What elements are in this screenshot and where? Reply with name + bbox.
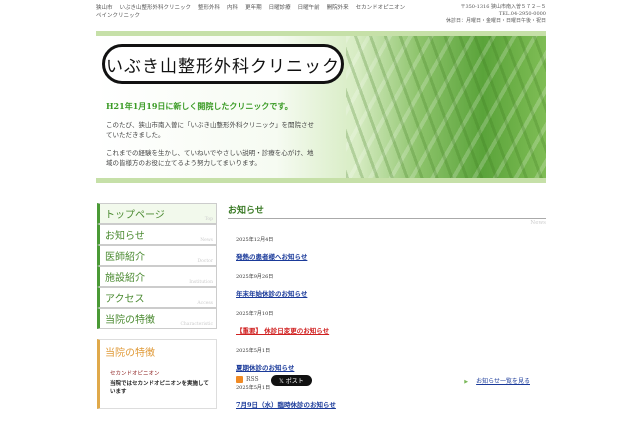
feature-subtitle[interactable]: セカンドオピニオン: [110, 369, 160, 377]
nav-label: 医師紹介: [105, 252, 145, 263]
hero-banner: いぶき山整形外科クリニック H21年1月19日に新しく開院したクリニックです。 …: [96, 36, 546, 178]
top-link[interactable]: 日曜午前: [298, 5, 320, 11]
top-link[interactable]: 狭山市: [96, 5, 113, 11]
news-link[interactable]: 夏期休診のお知らせ: [236, 364, 294, 372]
nav-sub: Top: [204, 217, 213, 222]
nav-label: トップページ: [105, 210, 165, 221]
news-footer: RSS 𝕏 ポスト お知らせ一覧を見る: [236, 375, 536, 387]
nav-sub: Access: [197, 301, 213, 306]
nav-top[interactable]: トップページ Top: [97, 203, 217, 224]
nav-sub: Characteristic: [180, 322, 213, 327]
top-link[interactable]: 整形外科: [198, 5, 220, 11]
intro-p2: これまでの経験を生かし、ていねいでやさしい説明・診療を心がけ、地域の皆様方のお役…: [106, 149, 314, 167]
top-link[interactable]: ペインクリニック: [96, 13, 140, 19]
news-date: 2025年12月4日: [236, 237, 274, 243]
news-date: 2025年5月1日: [236, 348, 271, 354]
forest-image: [346, 36, 546, 178]
rss-link[interactable]: RSS: [236, 376, 259, 383]
top-link[interactable]: 開院外来: [327, 5, 349, 11]
top-link[interactable]: いぶき山整形外科クリニック: [120, 5, 192, 11]
sidebar: トップページ Top お知らせ News 医師紹介 Doctor 施設紹介 Instit…: [97, 203, 217, 409]
top-link[interactable]: 更年期: [245, 5, 262, 11]
list-item: 2025年9月26日年末年始休診のお知らせ: [236, 274, 546, 300]
nav-label: 施設紹介: [105, 273, 145, 284]
address-block: 〒350-1316 狭山市南入曽５７２－５ TEL.04-2950-0000 休…: [446, 4, 546, 25]
nav-label: お知らせ: [105, 231, 145, 242]
news-link[interactable]: 発熱の患者様へお知らせ: [236, 253, 307, 261]
nav-label: 当院の特徴: [105, 315, 155, 326]
list-item: 2025年5月1日夏期休診のお知らせ: [236, 348, 546, 374]
x-post-button[interactable]: 𝕏 ポスト: [271, 375, 312, 386]
top-bar: 狭山市 いぶき山整形外科クリニック 整形外科 内科 更年期 日曜診療 日曜午前 開院外来 セカン…: [96, 4, 546, 24]
top-link[interactable]: 内科: [227, 5, 238, 11]
nav-news[interactable]: お知らせ News: [97, 224, 217, 245]
nav-sub: News: [200, 238, 213, 243]
news-link[interactable]: 7月9日（水）臨時休診のお知らせ: [236, 401, 336, 409]
nav-institution[interactable]: 施設紹介 Institution: [97, 266, 217, 287]
rss-label: RSS: [246, 376, 259, 383]
top-link[interactable]: セカンドオピニオン: [356, 5, 406, 11]
list-item: 2025年5月1日 7月9日（水）臨時休診のお知らせ: [236, 385, 546, 411]
feature-desc: 当院ではセカンドオピニオンを実施しています: [110, 381, 209, 395]
tel: TEL.04-2950-0000: [498, 11, 546, 17]
nav-access[interactable]: アクセス Access: [97, 287, 217, 308]
news-more-link[interactable]: お知らせ一覧を見る: [464, 376, 530, 385]
news-heading-en: News: [530, 220, 546, 226]
nav-sub: Institution: [189, 280, 213, 285]
nav-sub: Doctor: [197, 259, 213, 264]
feature-box: 当院の特徴 セカンドオピニオン 当院ではセカンドオピニオンを実施しています: [97, 339, 217, 409]
nav-characteristic[interactable]: 当院の特徴 Characteristic: [97, 308, 217, 329]
intro-p1: このたび、狭山市南入曽に「いぶき山整形外科クリニック」を開院させていただきました…: [106, 121, 314, 139]
news-link[interactable]: 年末年始休診のお知らせ: [236, 290, 307, 298]
feature-title: 当院の特徴: [105, 348, 155, 359]
nav-label: アクセス: [105, 294, 145, 305]
nav-doctor[interactable]: 医師紹介 Doctor: [97, 245, 217, 266]
logo[interactable]: いぶき山整形外科クリニック: [102, 44, 344, 84]
rss-icon: [236, 376, 243, 383]
tagline: H21年1月19日に新しく開院したクリニックです。: [106, 101, 293, 111]
list-item: 2025年7月10日【重要】 休診日変更のお知らせ: [236, 311, 546, 337]
closed-days: 休診日：月曜日・金曜日・日曜日午後・祝日: [445, 18, 546, 24]
news-date: 2025年7月10日: [236, 311, 274, 317]
intro-text: このたび、狭山市南入曽に「いぶき山整形外科クリニック」を開院させていただきました…: [106, 120, 316, 176]
divider: [96, 178, 546, 183]
list-item: 2025年12月4日発熱の患者様へお知らせ: [236, 237, 546, 263]
news-heading: お知らせ: [228, 203, 546, 219]
news-date: 2025年9月26日: [236, 274, 274, 280]
news-link-important[interactable]: 【重要】 休診日変更のお知らせ: [236, 327, 329, 335]
news-section: お知らせ News 2025年12月4日発熱の患者様へお知らせ 2025年9月2…: [228, 203, 546, 422]
top-link[interactable]: 日曜診療: [269, 5, 291, 11]
address: 〒350-1316 狭山市南入曽５７２－５: [460, 4, 546, 10]
